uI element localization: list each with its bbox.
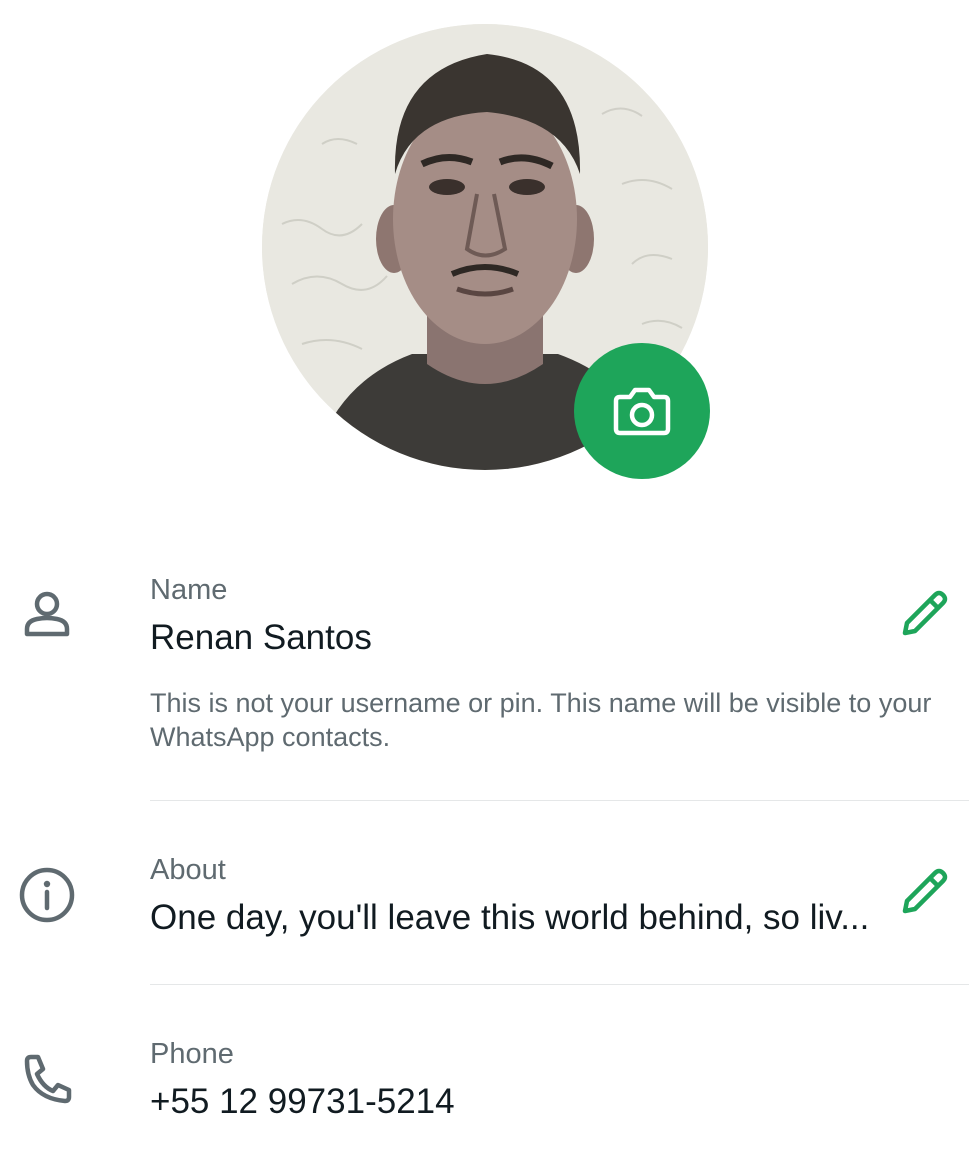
name-row[interactable]: Name Renan Santos This is not your usern… bbox=[0, 570, 969, 801]
name-value: Renan Santos bbox=[150, 618, 372, 657]
camera-icon bbox=[613, 387, 671, 436]
edit-name-pencil-icon[interactable] bbox=[888, 580, 958, 650]
phone-value: +55 12 99731-5214 bbox=[150, 1082, 455, 1121]
name-help-text: This is not your username or pin. This n… bbox=[150, 688, 932, 752]
phone-row[interactable]: Phone +55 12 99731-5214 bbox=[0, 1036, 969, 1146]
change-photo-button[interactable] bbox=[574, 343, 710, 479]
phone-label: Phone bbox=[150, 1038, 234, 1070]
about-value: One day, you'll leave this world behind,… bbox=[150, 898, 870, 937]
person-icon bbox=[14, 582, 80, 648]
divider bbox=[150, 984, 969, 985]
about-label: About bbox=[150, 854, 226, 886]
edit-about-pencil-icon[interactable] bbox=[888, 858, 958, 928]
profile-photo-section bbox=[262, 24, 710, 479]
about-row[interactable]: About One day, you'll leave this world b… bbox=[0, 852, 969, 985]
name-label: Name bbox=[150, 574, 228, 606]
info-icon bbox=[14, 862, 80, 928]
phone-icon bbox=[14, 1046, 80, 1112]
divider bbox=[150, 800, 969, 801]
